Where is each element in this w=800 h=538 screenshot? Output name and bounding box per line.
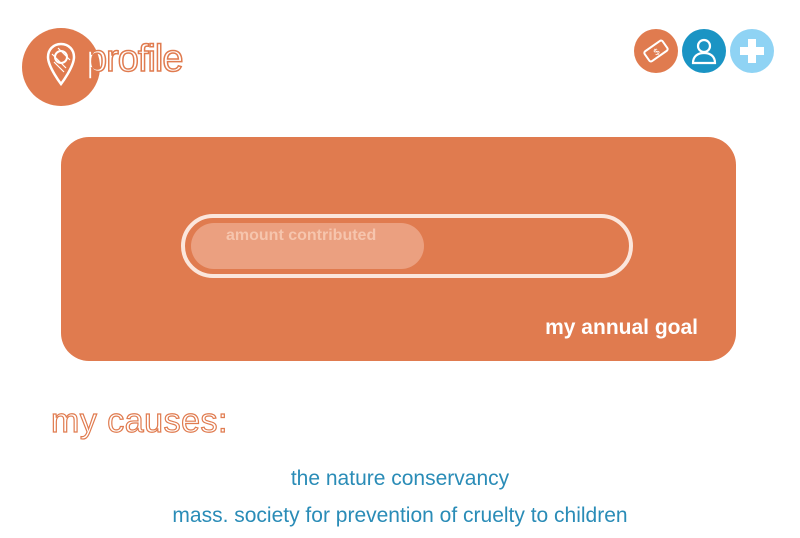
causes-heading: my causes: (50, 402, 228, 440)
page-title: profile (85, 38, 184, 80)
goal-card: amount contributed my annual goal (61, 137, 736, 361)
progress-label: amount contributed (226, 227, 377, 244)
progress-bar: amount contributed (181, 214, 633, 278)
account-button[interactable] (682, 29, 726, 73)
plus-icon (740, 39, 764, 63)
map-pin-icon (46, 42, 76, 86)
header-actions: $ (634, 29, 774, 73)
goal-label: my annual goal (545, 316, 698, 339)
donate-button[interactable]: $ (634, 29, 678, 73)
cause-list: the nature conservancy mass. society for… (0, 460, 800, 534)
user-icon (691, 38, 717, 65)
cause-link[interactable]: mass. society for prevention of cruelty … (0, 497, 800, 534)
money-bill-icon: $ (643, 39, 669, 63)
add-button[interactable] (730, 29, 774, 73)
cause-link[interactable]: the nature conservancy (0, 460, 800, 497)
